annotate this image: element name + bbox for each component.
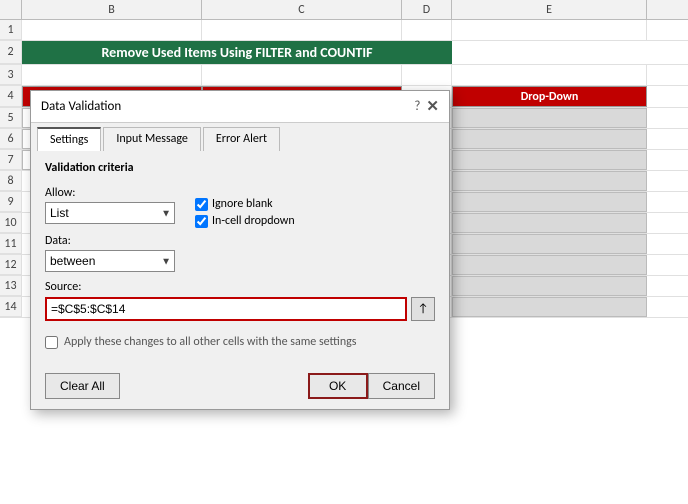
row-num-6: 6 xyxy=(0,129,22,149)
cell-d3 xyxy=(402,65,452,85)
cancel-button[interactable]: Cancel xyxy=(368,373,435,399)
data-label: Data: xyxy=(45,234,175,248)
data-row: Data: between ▼ xyxy=(45,234,435,272)
checkbox-group: Ignore blank In-cell dropdown xyxy=(195,197,295,228)
apply-row: Apply these changes to all other cells w… xyxy=(45,335,435,349)
section-validation-criteria: Validation criteria xyxy=(45,161,435,175)
ignore-blank-checkbox[interactable] xyxy=(195,198,208,211)
cell-b1 xyxy=(22,20,202,40)
ignore-blank-item: Ignore blank xyxy=(195,197,295,211)
allow-label: Allow: xyxy=(45,186,175,200)
ignore-blank-label: Ignore blank xyxy=(212,197,273,211)
col-header-e: E xyxy=(452,0,647,19)
data-select-wrapper: between ▼ xyxy=(45,250,175,272)
table-row: 1 xyxy=(0,20,688,41)
row-num-2: 2 xyxy=(0,41,22,64)
source-section: Source: ↑ xyxy=(45,280,435,321)
tab-error-alert[interactable]: Error Alert xyxy=(203,127,280,151)
cell-e3 xyxy=(452,65,647,85)
row-num-5: 5 xyxy=(0,108,22,128)
data-validation-dialog: Data Validation ? ✕ Settings Input Messa… xyxy=(30,90,450,410)
source-collapse-button[interactable]: ↑ xyxy=(411,297,435,321)
in-cell-dropdown-item: In-cell dropdown xyxy=(195,214,295,228)
cell-c3 xyxy=(202,65,402,85)
dialog-footer: Clear All OK Cancel xyxy=(31,365,449,409)
dialog-titlebar: Data Validation ? ✕ xyxy=(31,91,449,123)
source-label: Source: xyxy=(45,280,435,294)
col-header-b: B xyxy=(22,0,202,19)
cell-d1 xyxy=(402,20,452,40)
help-icon[interactable]: ? xyxy=(414,99,420,114)
close-icon[interactable]: ✕ xyxy=(426,97,439,116)
in-cell-dropdown-checkbox[interactable] xyxy=(195,215,208,228)
cell-b3 xyxy=(22,65,202,85)
col-header-d: D xyxy=(402,0,452,19)
col-header-a xyxy=(0,0,22,19)
ok-button[interactable]: OK xyxy=(308,373,368,399)
cell-e6 xyxy=(452,129,647,149)
data-select[interactable]: between xyxy=(45,250,175,272)
allow-row: Allow: List ▼ Ignore blank xyxy=(45,181,435,228)
tab-settings[interactable]: Settings xyxy=(37,127,101,151)
dialog-title: Data Validation xyxy=(41,99,121,114)
allow-select[interactable]: List xyxy=(45,202,175,224)
row-num-4: 4 xyxy=(0,86,22,107)
dialog-controls: ? ✕ xyxy=(414,97,439,116)
source-row: ↑ xyxy=(45,297,435,321)
source-input[interactable] xyxy=(45,297,407,321)
table-row: 2 Remove Used Items Using FILTER and COU… xyxy=(0,41,688,65)
apply-label: Apply these changes to all other cells w… xyxy=(64,335,356,349)
cell-e2 xyxy=(460,41,468,64)
row-num-7: 7 xyxy=(0,150,22,170)
cell-e7 xyxy=(452,150,647,170)
row-num-1: 1 xyxy=(0,20,22,40)
table-row: 3 xyxy=(0,65,688,86)
cell-e1 xyxy=(452,20,647,40)
apply-checkbox[interactable] xyxy=(45,336,58,349)
cell-dropdown-header: Drop-Down xyxy=(452,86,647,107)
clear-all-button[interactable]: Clear All xyxy=(45,373,120,399)
cell-e5 xyxy=(452,108,647,128)
cell-d2 xyxy=(452,41,460,64)
cell-c1 xyxy=(202,20,402,40)
tab-input-message[interactable]: Input Message xyxy=(103,127,201,151)
column-headers: B C D E xyxy=(0,0,688,20)
allow-select-wrapper: List ▼ xyxy=(45,202,175,224)
dialog-body: Validation criteria Allow: List ▼ Igno xyxy=(31,151,449,365)
spreadsheet: B C D E 1 2 Remove Used Items Using FILT… xyxy=(0,0,688,504)
row-num-3: 3 xyxy=(0,65,22,85)
cell-title: Remove Used Items Using FILTER and COUNT… xyxy=(22,41,452,64)
in-cell-dropdown-label: In-cell dropdown xyxy=(212,214,295,228)
dialog-tabs: Settings Input Message Error Alert xyxy=(31,123,449,151)
col-header-c: C xyxy=(202,0,402,19)
